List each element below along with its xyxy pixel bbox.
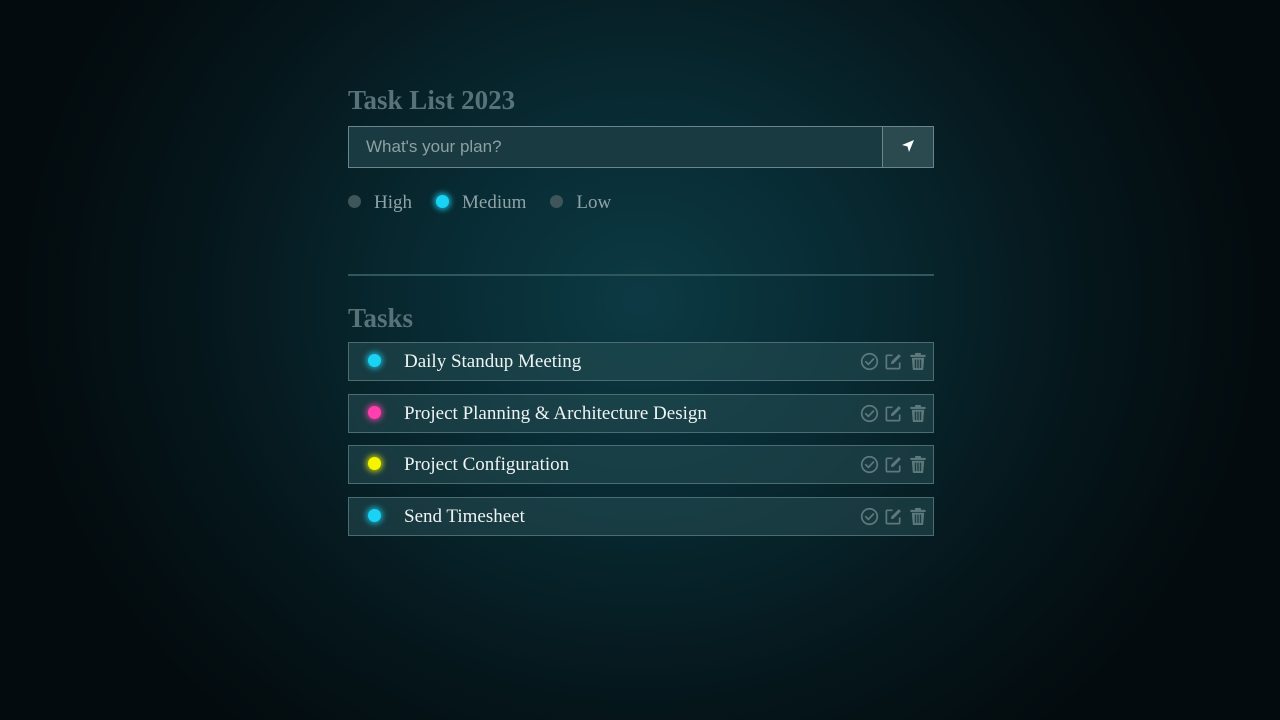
- complete-check-icon[interactable]: [859, 454, 880, 475]
- task-label: Project Planning & Architecture Design: [404, 402, 707, 424]
- task-row: Daily Standup Meeting: [348, 342, 934, 381]
- priority-radio-low[interactable]: [550, 194, 564, 208]
- priority-radio-high[interactable]: [348, 194, 361, 208]
- trash-icon[interactable]: [907, 351, 928, 372]
- priority-label-high: High: [374, 192, 412, 213]
- add-task-button[interactable]: [882, 127, 933, 167]
- task-actions: [856, 403, 928, 424]
- task-list: Daily Standup Meeting Project Planning &…: [348, 342, 934, 536]
- task-actions: [856, 506, 928, 527]
- tasks-section-title: Tasks: [348, 303, 414, 333]
- priority-option-medium[interactable]: Medium: [436, 192, 526, 214]
- task-priority-dot: [368, 457, 381, 470]
- trash-icon[interactable]: [907, 454, 928, 475]
- edit-icon[interactable]: [883, 506, 904, 527]
- task-row: Project Configuration: [348, 445, 934, 484]
- priority-option-high[interactable]: High: [348, 192, 412, 214]
- task-label: Send Timesheet: [404, 505, 525, 527]
- task-priority-dot: [368, 405, 381, 419]
- priority-selector: High Medium Low: [348, 188, 934, 218]
- task-input-row: [348, 126, 934, 168]
- edit-icon[interactable]: [883, 454, 904, 475]
- priority-label-low: Low: [576, 192, 612, 213]
- trash-icon[interactable]: [907, 403, 928, 424]
- complete-check-icon[interactable]: [859, 351, 880, 372]
- task-actions: [856, 454, 928, 475]
- task-label: Project Configuration: [404, 454, 570, 475]
- priority-option-low[interactable]: Low: [550, 192, 611, 214]
- task-priority-dot: [368, 508, 381, 522]
- priority-radio-medium[interactable]: [436, 194, 449, 208]
- priority-label-medium: Medium: [462, 192, 527, 213]
- section-divider: [348, 274, 934, 276]
- task-actions: [856, 351, 928, 372]
- task-row: Send Timesheet: [348, 496, 934, 536]
- send-arrow-icon: [901, 139, 915, 156]
- trash-icon[interactable]: [907, 506, 928, 527]
- task-label: Daily Standup Meeting: [404, 351, 582, 372]
- complete-check-icon[interactable]: [859, 403, 880, 424]
- edit-icon[interactable]: [883, 351, 904, 372]
- complete-check-icon[interactable]: [859, 506, 880, 527]
- edit-icon[interactable]: [883, 403, 904, 424]
- task-app: Task List 2023 High Medium Low Tasks: [348, 80, 934, 548]
- task-row: Project Planning & Architecture Design: [348, 393, 934, 433]
- app-title: Task List 2023: [348, 85, 516, 115]
- task-priority-dot: [368, 354, 381, 367]
- task-input[interactable]: [349, 127, 882, 167]
